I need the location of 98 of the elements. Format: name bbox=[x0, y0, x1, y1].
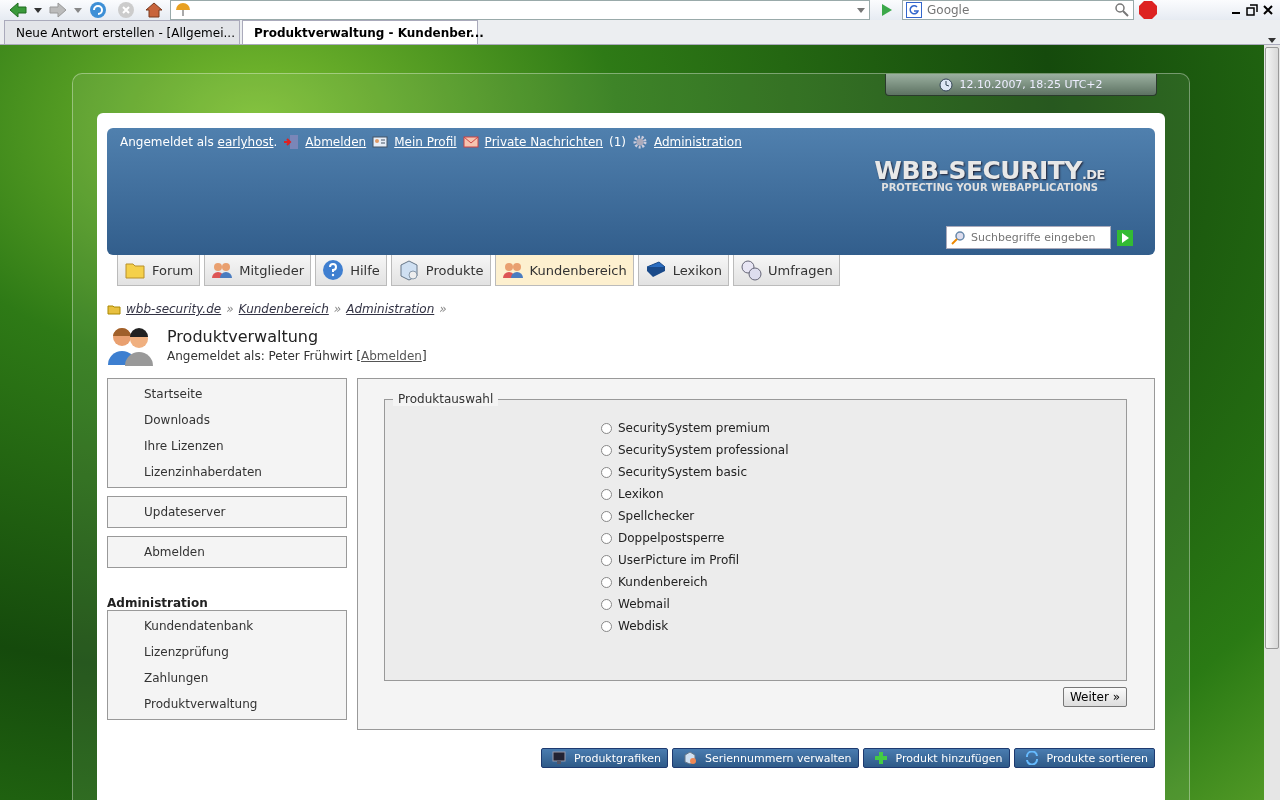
sidebar-item[interactable]: Zahlungen bbox=[108, 665, 346, 691]
clock-text: 12.10.2007, 18:25 UTC+2 bbox=[959, 78, 1103, 91]
profile-card-icon bbox=[372, 134, 389, 150]
envelope-icon bbox=[462, 134, 479, 150]
refresh-icon bbox=[1024, 751, 1039, 765]
radio-button[interactable] bbox=[601, 488, 612, 500]
site-logo: WBB-SECURITY.DE PROTECTING YOUR WEBAPPLICATIONS bbox=[874, 156, 1105, 193]
option-label: Webmail bbox=[618, 597, 670, 611]
header-link[interactable]: Mein Profil bbox=[394, 135, 457, 149]
help-icon bbox=[322, 259, 345, 281]
breadcrumb-separator: » bbox=[439, 302, 447, 316]
breadcrumb-separator: » bbox=[226, 302, 234, 316]
radio-button[interactable] bbox=[601, 444, 612, 456]
page-title: Produktverwaltung bbox=[167, 327, 320, 346]
breadcrumb-separator: » bbox=[333, 302, 342, 316]
restore-icon[interactable] bbox=[1246, 4, 1258, 16]
scroll-thumb[interactable] bbox=[1265, 47, 1279, 649]
door-icon bbox=[283, 134, 300, 150]
fieldset-legend: Produktauswahl bbox=[393, 392, 499, 406]
action-button[interactable]: Produkte sortieren bbox=[1013, 748, 1155, 768]
question-bubbles-icon bbox=[740, 259, 763, 281]
sidebar-item[interactable]: Lizenzinhaberdaten bbox=[108, 459, 346, 485]
option-label: UserPicture im Profil bbox=[618, 553, 740, 567]
nav-tab[interactable]: Forum bbox=[117, 255, 201, 286]
stop-sign-icon[interactable] bbox=[1138, 0, 1158, 20]
monitor-icon bbox=[551, 751, 566, 765]
browser-tab[interactable]: Neue Antwort erstellen - [Allgemei... bbox=[4, 20, 240, 44]
action-button[interactable]: Produktgrafiken bbox=[540, 748, 668, 768]
sidebar-item[interactable]: Abmelden bbox=[108, 539, 346, 565]
breadcrumb-link[interactable]: Administration bbox=[346, 302, 435, 316]
option-label: Webdisk bbox=[618, 619, 669, 633]
option-label: Kundenbereich bbox=[618, 575, 708, 589]
username-link[interactable]: earlyhost bbox=[217, 135, 274, 149]
dropdown-arrow-icon[interactable] bbox=[34, 6, 42, 14]
radio-button[interactable] bbox=[601, 510, 612, 522]
nav-tab[interactable]: Produkte bbox=[390, 255, 491, 286]
logout-link[interactable]: Abmelden bbox=[361, 349, 422, 363]
address-bar[interactable] bbox=[170, 0, 870, 20]
nav-tab[interactable]: Lexikon bbox=[637, 255, 730, 286]
breadcrumb-link[interactable]: Kundenbereich bbox=[238, 302, 329, 316]
radio-button[interactable] bbox=[601, 598, 612, 610]
sidebar-item[interactable]: Startseite bbox=[108, 381, 346, 407]
reload-icon[interactable] bbox=[88, 0, 108, 20]
scrollbar[interactable] bbox=[1264, 45, 1280, 800]
login-status-text: Angemeldet als: Peter Frühwirt [Abmelden] bbox=[167, 349, 427, 363]
radio-button[interactable] bbox=[601, 532, 612, 544]
option-label: Lexikon bbox=[618, 487, 664, 501]
action-button[interactable]: Produkt hinzufügen bbox=[862, 748, 1010, 768]
option-label: Spellchecker bbox=[618, 509, 695, 523]
sidebar-item[interactable]: Kundendatenbank bbox=[108, 613, 346, 639]
plus-icon bbox=[873, 751, 888, 765]
forward-icon[interactable] bbox=[48, 0, 68, 20]
folder-icon bbox=[107, 302, 121, 316]
tab-label: Produktverwaltung - Kundenber... bbox=[254, 25, 484, 40]
header-link[interactable]: Abmelden bbox=[305, 135, 367, 149]
option-label: Doppelpostsperre bbox=[618, 531, 725, 545]
header-link[interactable]: Private Nachrichten bbox=[484, 135, 603, 149]
radio-button[interactable] bbox=[601, 554, 612, 566]
umbrella-icon bbox=[175, 2, 191, 18]
sidebar-heading: Administration bbox=[107, 596, 209, 610]
nav-tab[interactable]: Hilfe bbox=[315, 255, 387, 286]
radio-button[interactable] bbox=[601, 422, 612, 434]
clock-icon bbox=[939, 77, 954, 92]
dropdown-arrow-icon[interactable] bbox=[1268, 36, 1276, 44]
breadcrumb-link[interactable]: wbb-security.de bbox=[126, 302, 222, 316]
message-count: (1) bbox=[608, 135, 626, 149]
search-field[interactable]: Google bbox=[902, 0, 1134, 20]
sidebar-item[interactable]: Ihre Lizenzen bbox=[108, 433, 346, 459]
box-icon bbox=[397, 259, 420, 281]
search-field[interactable]: Suchbegriffe eingeben bbox=[946, 226, 1111, 249]
sidebar-item[interactable]: Produktverwaltung bbox=[108, 691, 346, 717]
next-button[interactable]: Weiter » bbox=[1062, 687, 1127, 707]
sidebar-item[interactable]: Downloads bbox=[108, 407, 346, 433]
user-text: Angemeldet als earlyhost. bbox=[120, 135, 278, 149]
tab-label: Neue Antwort erstellen - [Allgemei... bbox=[16, 25, 235, 40]
search-icon bbox=[951, 229, 967, 246]
radio-button[interactable] bbox=[601, 620, 612, 632]
home-icon[interactable] bbox=[144, 0, 164, 20]
box-icon bbox=[682, 751, 697, 765]
radio-button[interactable] bbox=[601, 466, 612, 478]
settings-icon bbox=[631, 134, 648, 150]
action-button[interactable]: Seriennummern verwalten bbox=[671, 748, 859, 768]
sidebar-item[interactable]: Lizenzprüfung bbox=[108, 639, 346, 665]
option-label: SecuritySystem professional bbox=[618, 443, 789, 457]
go-button-icon[interactable] bbox=[1117, 229, 1133, 246]
search-icon[interactable] bbox=[1114, 2, 1130, 18]
radio-button[interactable] bbox=[601, 576, 612, 588]
option-label: SecuritySystem premium bbox=[618, 421, 770, 435]
nav-tab[interactable]: Mitglieder bbox=[204, 255, 312, 286]
option-label: SecuritySystem basic bbox=[618, 465, 747, 479]
header-link[interactable]: Administration bbox=[653, 135, 742, 149]
google-icon[interactable] bbox=[906, 2, 922, 18]
nav-tab[interactable]: Kundenbereich bbox=[494, 255, 634, 286]
sidebar-item[interactable]: Updateserver bbox=[108, 499, 346, 525]
stop-icon[interactable] bbox=[116, 0, 136, 20]
back-icon[interactable] bbox=[8, 0, 28, 20]
nav-tab[interactable]: Umfragen bbox=[733, 255, 840, 286]
close-icon[interactable] bbox=[1262, 4, 1274, 16]
